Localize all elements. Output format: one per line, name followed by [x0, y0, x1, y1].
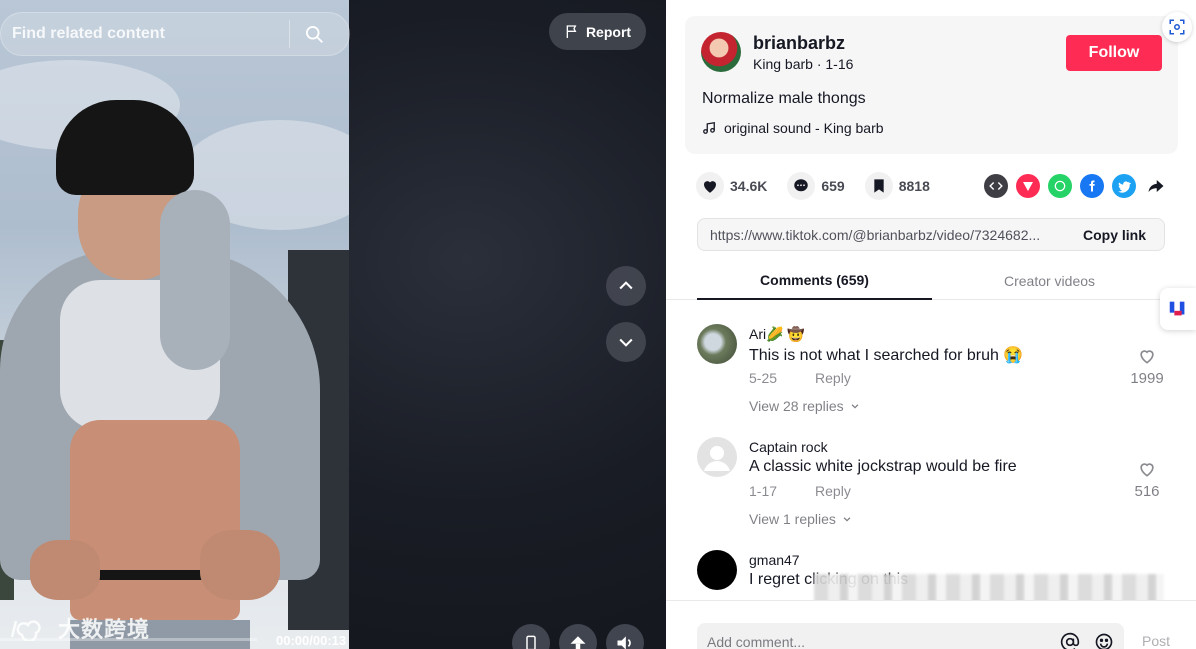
music-note-icon [703, 121, 715, 134]
hand-shape [200, 530, 280, 600]
chevron-down-icon [851, 404, 859, 409]
mention-button[interactable] [1056, 628, 1084, 649]
emoji-icon [1095, 633, 1113, 649]
video-caption: Normalize male thongs [702, 90, 866, 107]
upload-icon [570, 636, 586, 649]
comment-date: 5-25 [749, 370, 778, 386]
author-subtitle: King barb · 1-16 [753, 56, 854, 72]
watermark: 大数跨境 [8, 612, 150, 644]
comment-date: 1-17 [749, 483, 778, 499]
comment-like-button[interactable]: 516 [1127, 459, 1167, 500]
heart-outline-icon [1140, 350, 1154, 364]
scan-icon [1169, 19, 1185, 35]
heart-outline-icon [1140, 463, 1154, 477]
default-user-icon [704, 446, 730, 471]
view-replies-label: View 1 replies [749, 511, 836, 527]
previous-video-button[interactable] [606, 266, 646, 306]
watermark-logo-icon [10, 620, 41, 641]
author-avatar[interactable] [701, 32, 741, 72]
chevron-down-icon [619, 338, 633, 347]
visual-search-button[interactable] [1162, 12, 1192, 42]
chevron-up-icon [619, 281, 633, 290]
search-icon [306, 26, 323, 43]
watermark-text: 大数跨境 [58, 617, 151, 642]
comment-composer: Post [666, 600, 1196, 649]
comment-item: Ari🌽 🤠 This is not what I searched for b… [697, 324, 1167, 424]
bookmark-icon [864, 172, 893, 200]
copy-link-button[interactable]: Copy link [1065, 227, 1164, 243]
comment-button[interactable]: 659 [787, 172, 845, 200]
save-count: 8818 [898, 178, 930, 194]
at-sign-icon [1060, 632, 1080, 649]
view-replies-label: View 28 replies [749, 398, 844, 414]
report-button[interactable]: Report [549, 13, 646, 50]
author-username[interactable]: brianbarbz [753, 33, 845, 54]
extension-logo-icon [1169, 301, 1185, 316]
twitter-icon[interactable] [1112, 174, 1136, 198]
view-replies-button[interactable]: View 1 replies [749, 511, 852, 527]
comment-meta: 5-25 Reply [749, 370, 851, 386]
video-link-box: https://www.tiktok.com/@brianbarbz/video… [697, 218, 1165, 251]
hand-shape [30, 540, 100, 600]
comment-input[interactable] [697, 634, 1056, 649]
commenter-avatar[interactable] [697, 437, 737, 477]
view-replies-button[interactable]: View 28 replies [749, 398, 860, 414]
comment-like-count: 1999 [1130, 370, 1164, 387]
flag-icon [566, 24, 577, 38]
sound-link[interactable]: original sound - King barb [702, 120, 884, 136]
report-label: Report [585, 23, 632, 40]
search-button[interactable] [290, 13, 338, 55]
save-button[interactable]: 8818 [864, 172, 930, 200]
embed-icon[interactable] [984, 174, 1008, 198]
whatsapp-icon[interactable] [1048, 174, 1072, 198]
beanie-shape [56, 100, 194, 195]
share-buttons [984, 174, 1168, 198]
comment-item: Captain rock A classic white jockstrap w… [697, 437, 1167, 537]
comment-tabs: Comments (659) Creator videos [666, 262, 1196, 300]
send-icon[interactable] [1016, 174, 1040, 198]
commenter-username[interactable]: Ari🌽 🤠 [749, 326, 805, 343]
author-card: brianbarbz King barb · 1-16 Follow Norma… [685, 16, 1178, 154]
commenter-avatar[interactable] [697, 324, 737, 364]
commenter-username[interactable]: Captain rock [749, 439, 828, 455]
engagement-stats: 34.6K 659 8818 [696, 172, 950, 200]
comment-like-button[interactable]: 1999 [1127, 346, 1167, 387]
facebook-icon[interactable] [1080, 174, 1104, 198]
commenter-avatar[interactable] [697, 550, 737, 590]
emoji-button[interactable] [1090, 628, 1118, 649]
comment-input-wrap [697, 623, 1124, 649]
video-time: 00:00/00:13 [276, 633, 347, 648]
details-panel: brianbarbz King barb · 1-16 Follow Norma… [666, 0, 1196, 649]
tab-comments[interactable]: Comments (659) [697, 262, 932, 300]
tab-creator-videos[interactable]: Creator videos [932, 262, 1167, 300]
next-video-button[interactable] [606, 322, 646, 362]
like-button[interactable]: 34.6K [696, 172, 767, 200]
comment-meta: 1-17 Reply [749, 483, 851, 499]
volume-icon [617, 636, 631, 649]
commenter-username[interactable]: gman47 [749, 552, 800, 568]
reply-button[interactable]: Reply [815, 483, 851, 499]
comment-icon [787, 172, 816, 200]
follow-button[interactable]: Follow [1066, 35, 1162, 71]
sound-label: original sound - King barb [724, 120, 884, 136]
video-frame[interactable] [0, 0, 349, 649]
like-count: 34.6K [730, 178, 768, 194]
video-url[interactable]: https://www.tiktok.com/@brianbarbz/video… [698, 227, 1065, 243]
video-player[interactable]: Report 00:00/00:13 大数跨境 [0, 0, 666, 649]
post-button[interactable]: Post [1142, 633, 1170, 649]
heart-icon [696, 172, 724, 200]
comment-text: A classic white jockstrap would be fire [749, 458, 1017, 475]
reply-button[interactable]: Reply [815, 370, 851, 386]
comment-count: 659 [821, 178, 845, 194]
mobile-icon [526, 635, 536, 649]
comment-text: This is not what I searched for bruh 😭 [749, 347, 1024, 364]
hood-shape [160, 190, 230, 370]
share-arrow-icon[interactable] [1144, 174, 1168, 198]
search-input[interactable] [1, 13, 289, 55]
chevron-down-icon [843, 517, 851, 522]
comment-like-count: 516 [1134, 483, 1160, 500]
search-bar[interactable] [0, 12, 350, 56]
